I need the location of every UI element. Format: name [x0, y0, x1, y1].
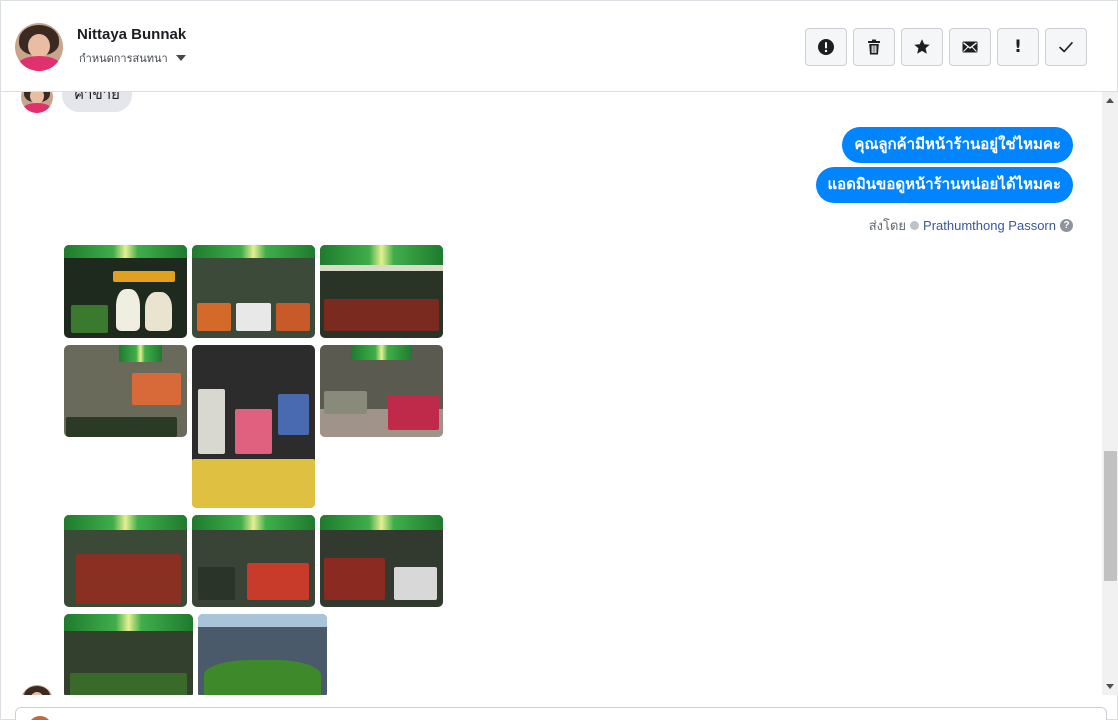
- sent-by-agent-link[interactable]: Prathumthong Passorn: [923, 218, 1056, 233]
- outgoing-message-bubble[interactable]: แอดมินขอดูหน้าร้านหน่อยได้ไหมคะ: [815, 167, 1073, 203]
- assign-conversation-label: กำหนดการสนทนา: [79, 53, 168, 65]
- attachment-photo[interactable]: [192, 245, 315, 338]
- attachment-photo[interactable]: [192, 515, 315, 607]
- message-composer[interactable]: [15, 707, 1107, 720]
- attachment-photo[interactable]: [320, 345, 443, 437]
- trash-icon: [868, 39, 880, 55]
- attachment-photo[interactable]: [198, 614, 327, 695]
- attachment-photo[interactable]: [64, 245, 187, 338]
- envelope-icon: [962, 41, 978, 53]
- mark-spam-button[interactable]: [805, 28, 847, 66]
- exclamation-icon: !: [1014, 37, 1022, 57]
- attachment-photo[interactable]: [64, 614, 193, 695]
- exclamation-circle-icon: [818, 39, 834, 55]
- conversation-actions-toolbar: !: [805, 28, 1087, 66]
- star-icon: [914, 39, 930, 54]
- conversation-header: Nittaya Bunnak กำหนดการสนทนา !: [1, 1, 1117, 92]
- help-icon[interactable]: ?: [1060, 219, 1073, 232]
- attachment-photo[interactable]: [64, 345, 187, 437]
- assign-conversation-dropdown[interactable]: กำหนดการสนทนา: [79, 49, 186, 67]
- contact-avatar-small[interactable]: [21, 92, 53, 113]
- message-thread[interactable]: ค่าขาย คุณลูกค้ามีหน้าร้านอยู่ใช่ไหมคะ แ…: [2, 92, 1102, 695]
- outgoing-message-group: คุณลูกค้ามีหน้าร้านอยู่ใช่ไหมคะ แอดมินขอ…: [815, 127, 1073, 236]
- sent-by-label: ส่งโดย: [868, 218, 907, 233]
- inbox-conversation-panel: Nittaya Bunnak กำหนดการสนทนา ! ค่าขาย คุ…: [0, 0, 1118, 720]
- mark-done-button[interactable]: [1045, 28, 1087, 66]
- thread-scrollbar[interactable]: [1102, 92, 1118, 695]
- star-button[interactable]: [901, 28, 943, 66]
- delete-button[interactable]: [853, 28, 895, 66]
- agent-avatar: [28, 716, 52, 720]
- mark-unread-button[interactable]: [949, 28, 991, 66]
- check-icon: [1059, 42, 1073, 53]
- contact-avatar-small[interactable]: [21, 685, 53, 695]
- contact-avatar[interactable]: [15, 23, 63, 71]
- contact-name[interactable]: Nittaya Bunnak: [77, 26, 186, 43]
- agent-status-icon: [910, 221, 920, 230]
- incoming-message-bubble[interactable]: ค่าขาย: [62, 92, 132, 112]
- follow-up-button[interactable]: !: [997, 28, 1039, 66]
- caret-down-icon: [175, 55, 186, 61]
- attachment-photo[interactable]: [320, 245, 443, 338]
- scroll-up-arrow-icon[interactable]: [1106, 98, 1114, 103]
- outgoing-message-bubble[interactable]: คุณลูกค้ามีหน้าร้านอยู่ใช่ไหมคะ: [842, 127, 1073, 163]
- scroll-thumb[interactable]: [1104, 451, 1117, 581]
- scroll-down-arrow-icon[interactable]: [1106, 684, 1114, 689]
- attachment-photo[interactable]: [320, 515, 443, 607]
- attachment-photo[interactable]: [192, 345, 315, 508]
- attachment-photo[interactable]: [64, 515, 187, 607]
- sent-by-line: ส่งโดย Prathumthong Passorn ?: [869, 215, 1073, 236]
